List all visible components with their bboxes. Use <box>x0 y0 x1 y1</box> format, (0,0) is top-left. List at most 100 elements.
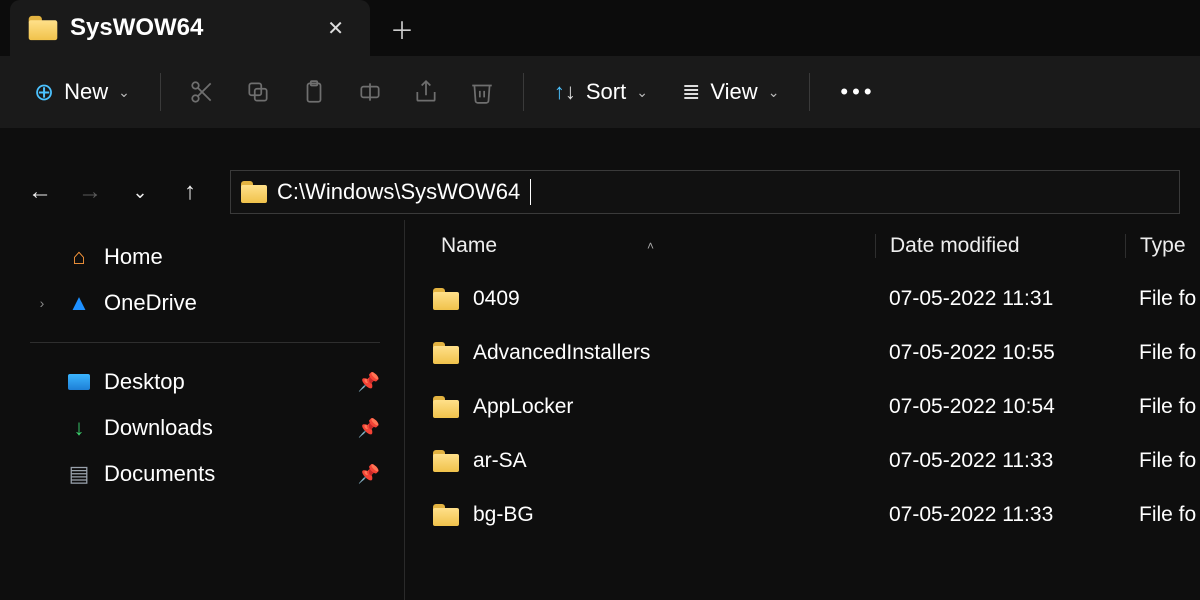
folder-icon <box>433 504 459 526</box>
list-icon: ≣ <box>682 79 700 105</box>
tab-title: SysWOW64 <box>70 14 307 42</box>
nav-pane: ⌂ Home › ▲ OneDrive Desktop 📌 ↓ Download… <box>0 220 405 600</box>
file-name: ar-SA <box>473 449 527 473</box>
share-icon <box>413 79 439 105</box>
ellipsis-icon: ••• <box>840 79 875 105</box>
copy-icon <box>245 79 271 105</box>
file-type: File fo <box>1125 341 1200 365</box>
back-button[interactable]: ← <box>20 172 60 212</box>
sidebar-label: Downloads <box>104 415 213 441</box>
sidebar-item-home[interactable]: ⌂ Home <box>24 234 386 280</box>
share-button[interactable] <box>401 67 451 117</box>
separator <box>30 342 380 343</box>
address-text: C:\Windows\SysWOW64 <box>277 179 520 205</box>
file-date: 07-05-2022 11:31 <box>875 287 1125 311</box>
file-name: AdvancedInstallers <box>473 341 650 365</box>
table-row[interactable]: 0409 07-05-2022 11:31File fo <box>405 272 1200 326</box>
plus-circle-icon: ⊕ <box>34 78 54 107</box>
file-name: AppLocker <box>473 395 573 419</box>
sort-button[interactable]: ↑↓ Sort ⌄ <box>540 71 662 113</box>
pin-icon: 📌 <box>358 372 380 393</box>
chevron-down-icon: ⌄ <box>118 84 130 101</box>
scissors-icon <box>189 79 215 105</box>
column-label: Name <box>441 234 497 258</box>
file-list: Name ˄ Date modified Type 0409 07-05-2022… <box>405 220 1200 600</box>
table-row[interactable]: bg-BG 07-05-2022 11:33File fo <box>405 488 1200 542</box>
home-icon: ⌂ <box>66 244 92 270</box>
pin-icon: 📌 <box>358 464 380 485</box>
cut-button[interactable] <box>177 67 227 117</box>
file-date: 07-05-2022 10:54 <box>875 395 1125 419</box>
active-tab[interactable]: SysWOW64 ✕ <box>10 0 370 56</box>
folder-icon <box>433 342 459 364</box>
sidebar-label: Documents <box>104 461 215 487</box>
paste-button[interactable] <box>289 67 339 117</box>
more-button[interactable]: ••• <box>826 71 889 113</box>
clipboard-icon <box>301 79 327 105</box>
folder-icon <box>433 288 459 310</box>
folder-icon <box>30 17 56 39</box>
table-row[interactable]: AppLocker 07-05-2022 10:54File fo <box>405 380 1200 434</box>
separator <box>160 73 161 111</box>
file-name: 0409 <box>473 287 520 311</box>
sort-icon: ↑↓ <box>554 79 576 105</box>
forward-button[interactable]: → <box>70 172 110 212</box>
chevron-down-icon: ⌄ <box>636 84 648 101</box>
pin-icon: 📌 <box>358 418 380 439</box>
file-type: File fo <box>1125 395 1200 419</box>
document-icon: ▤ <box>66 461 92 487</box>
file-type: File fo <box>1125 449 1200 473</box>
folder-icon <box>433 450 459 472</box>
new-button[interactable]: ⊕ New ⌄ <box>20 70 144 115</box>
copy-button[interactable] <box>233 67 283 117</box>
file-date: 07-05-2022 11:33 <box>875 503 1125 527</box>
tab-strip: SysWOW64 ✕ ＋ <box>0 0 1200 56</box>
trash-icon <box>469 79 495 105</box>
column-label: Type <box>1140 234 1186 257</box>
rename-icon <box>357 79 383 105</box>
column-label: Date modified <box>890 234 1020 257</box>
separator <box>809 73 810 111</box>
recent-locations-button[interactable]: ⌄ <box>120 172 160 212</box>
separator <box>523 73 524 111</box>
command-bar: ⊕ New ⌄ ↑↓ Sort ⌄ ≣ View ⌄ ••• <box>0 56 1200 128</box>
sort-asc-icon: ˄ <box>647 239 654 253</box>
table-row[interactable]: AdvancedInstallers 07-05-2022 10:55File f… <box>405 326 1200 380</box>
chevron-down-icon: ⌄ <box>768 84 780 101</box>
chevron-right-icon[interactable]: › <box>30 295 54 311</box>
file-type: File fo <box>1125 287 1200 311</box>
new-tab-button[interactable]: ＋ <box>370 11 434 46</box>
column-header-name[interactable]: Name ˄ <box>405 234 875 258</box>
sidebar-label: OneDrive <box>104 290 197 316</box>
sidebar-item-desktop[interactable]: Desktop 📌 <box>24 359 386 405</box>
sort-label: Sort <box>586 79 626 105</box>
close-tab-button[interactable]: ✕ <box>321 10 350 47</box>
sidebar-label: Home <box>104 244 163 270</box>
view-label: View <box>710 79 757 105</box>
sidebar-label: Desktop <box>104 369 185 395</box>
file-date: 07-05-2022 11:33 <box>875 449 1125 473</box>
table-row[interactable]: ar-SA 07-05-2022 11:33File fo <box>405 434 1200 488</box>
nav-bar: ← → ⌄ ↑ C:\Windows\SysWOW64 <box>0 164 1200 220</box>
sidebar-item-documents[interactable]: ▤ Documents 📌 <box>24 451 386 497</box>
folder-icon <box>433 396 459 418</box>
file-name: bg-BG <box>473 503 534 527</box>
download-icon: ↓ <box>66 415 92 441</box>
folder-icon <box>241 181 267 203</box>
spacer <box>0 128 1200 164</box>
up-button[interactable]: ↑ <box>170 172 210 212</box>
view-button[interactable]: ≣ View ⌄ <box>668 71 793 113</box>
column-header-type[interactable]: Type <box>1125 234 1200 258</box>
sidebar-item-downloads[interactable]: ↓ Downloads 📌 <box>24 405 386 451</box>
rename-button[interactable] <box>345 67 395 117</box>
sidebar-item-onedrive[interactable]: › ▲ OneDrive <box>24 280 386 326</box>
delete-button[interactable] <box>457 67 507 117</box>
new-label: New <box>64 79 108 105</box>
file-type: File fo <box>1125 503 1200 527</box>
address-bar[interactable]: C:\Windows\SysWOW64 <box>230 170 1180 214</box>
column-headers: Name ˄ Date modified Type <box>405 220 1200 272</box>
file-date: 07-05-2022 10:55 <box>875 341 1125 365</box>
cloud-icon: ▲ <box>66 290 92 316</box>
desktop-icon <box>66 374 92 390</box>
column-header-date[interactable]: Date modified <box>875 234 1125 258</box>
